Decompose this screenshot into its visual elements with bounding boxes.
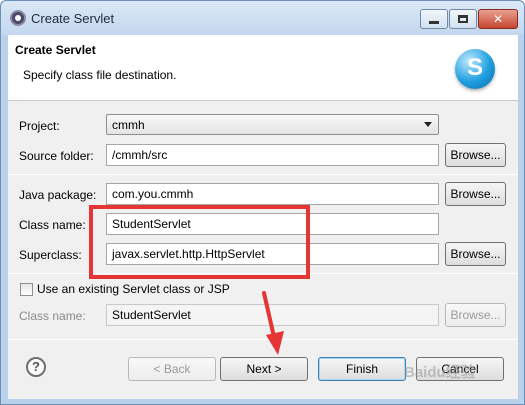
chevron-down-icon — [424, 122, 432, 127]
existing-class-name-label: Class name: — [19, 309, 86, 323]
separator — [8, 174, 518, 175]
java-package-label: Java package: — [19, 188, 97, 202]
use-existing-checkbox[interactable] — [20, 283, 33, 296]
servlet-logo-icon: S — [455, 49, 495, 89]
dialog-body: Create Servlet Specify class file destin… — [8, 35, 518, 399]
class-name-label: Class name: — [19, 218, 86, 232]
watermark: Baidu经验 — [404, 364, 476, 381]
close-icon: ✕ — [492, 12, 504, 26]
existing-class-browse-button: Browse... — [445, 303, 506, 327]
eclipse-icon — [10, 10, 26, 26]
source-folder-browse-button[interactable]: Browse... — [445, 143, 506, 167]
project-label: Project: — [19, 119, 60, 133]
project-value: cmmh — [112, 118, 145, 132]
finish-button[interactable]: Finish — [318, 357, 406, 381]
title-bar[interactable]: Create Servlet ✕ — [1, 1, 524, 35]
minimize-button[interactable] — [420, 9, 448, 29]
close-button[interactable]: ✕ — [478, 9, 518, 29]
separator — [8, 339, 518, 340]
java-package-input[interactable]: com.you.cmmh — [106, 183, 439, 205]
window-title: Create Servlet — [31, 11, 115, 26]
wizard-title: Create Servlet — [15, 43, 96, 57]
use-existing-label[interactable]: Use an existing Servlet class or JSP — [37, 282, 230, 296]
existing-class-name-input: StudentServlet — [106, 304, 439, 326]
wizard-description: Specify class file destination. — [23, 68, 177, 82]
annotation-highlight-box — [89, 205, 310, 279]
source-folder-label: Source folder: — [19, 149, 94, 163]
create-servlet-window: Create Servlet ✕ Create Servlet Specify … — [0, 0, 525, 405]
superclass-browse-button[interactable]: Browse... — [445, 242, 506, 266]
wizard-header: Create Servlet Specify class file destin… — [8, 35, 518, 101]
help-icon[interactable]: ? — [26, 357, 46, 377]
superclass-label: Superclass: — [19, 248, 82, 262]
project-select[interactable]: cmmh — [106, 114, 439, 135]
maximize-icon — [458, 15, 468, 23]
next-button[interactable]: Next > — [220, 357, 308, 381]
java-package-browse-button[interactable]: Browse... — [445, 182, 506, 206]
source-folder-input[interactable]: /cmmh/src — [106, 144, 439, 166]
back-button: < Back — [128, 357, 216, 381]
maximize-button[interactable] — [449, 9, 477, 29]
minimize-icon — [429, 20, 439, 24]
